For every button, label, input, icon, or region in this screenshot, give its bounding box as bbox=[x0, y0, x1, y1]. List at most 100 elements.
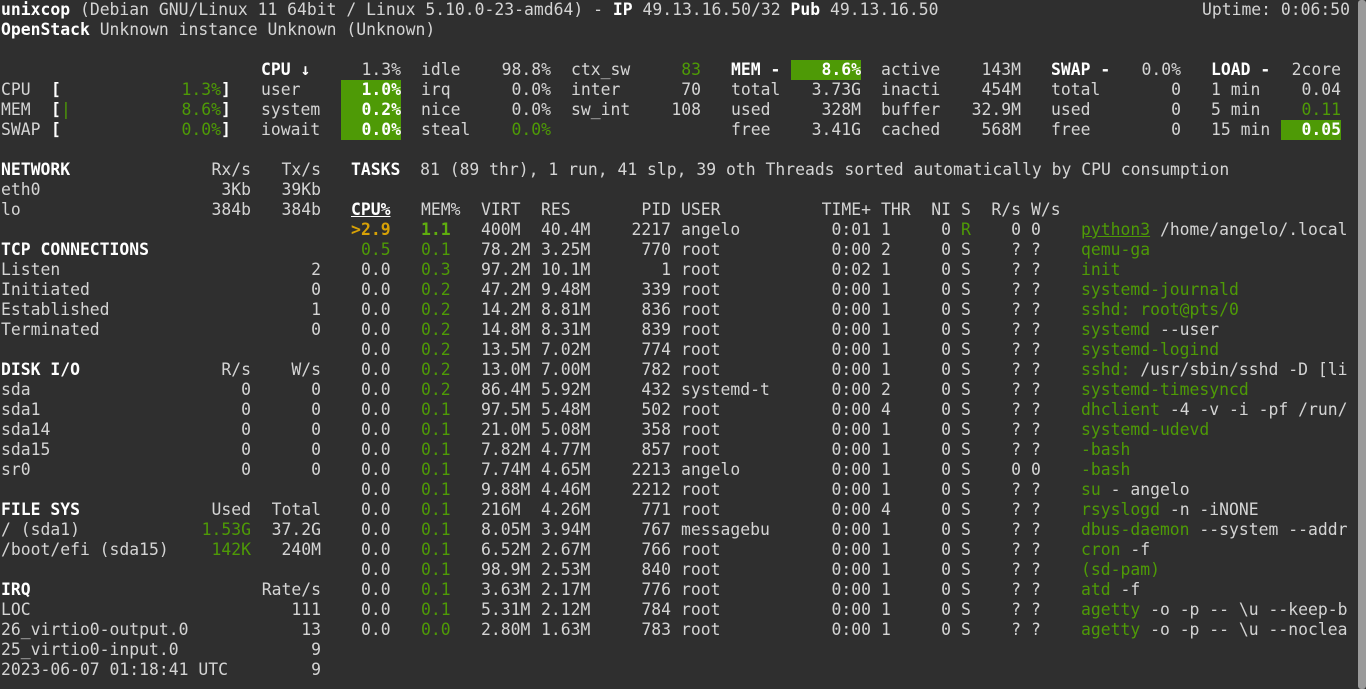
col-s-header[interactable]: S bbox=[961, 200, 971, 220]
process-pid: 432 bbox=[641, 380, 671, 399]
col-time-header[interactable]: TIME+ bbox=[811, 200, 871, 220]
process-command-name: atd bbox=[1081, 580, 1111, 599]
process-cpu: 0.0 bbox=[361, 620, 391, 639]
process-mem: 0.2 bbox=[421, 300, 451, 319]
process-state: S bbox=[961, 320, 971, 339]
fs-used: 142K bbox=[211, 540, 251, 559]
process-virt: 2.80M bbox=[481, 620, 531, 639]
process-command: sshd: root@pts/0 bbox=[1081, 300, 1351, 320]
process-state: S bbox=[961, 560, 971, 579]
cpu-stat-value: 70 bbox=[681, 80, 701, 99]
quicklook-percent: 8.6% bbox=[181, 100, 221, 119]
process-res: 7.00M bbox=[541, 360, 591, 379]
process-time: 0:01 bbox=[831, 220, 871, 239]
process-user: messagebu bbox=[681, 520, 770, 539]
process-threads: 1 bbox=[881, 420, 891, 439]
process-state: S bbox=[961, 420, 971, 439]
process-mem: 0.0 bbox=[421, 620, 451, 639]
tcp-value: 0 bbox=[311, 280, 321, 299]
process-write-rate: ? bbox=[1031, 440, 1041, 459]
process-write-rate: ? bbox=[1031, 240, 1041, 259]
process-pid: 771 bbox=[641, 500, 671, 519]
process-read-rate: 0 bbox=[1011, 220, 1021, 239]
process-virt: 21.0M bbox=[481, 420, 531, 439]
process-state: S bbox=[961, 440, 971, 459]
process-command-name: systemd-journald bbox=[1081, 280, 1239, 299]
col-rs-header[interactable]: R/s bbox=[981, 200, 1021, 220]
process-time: 0:00 bbox=[831, 280, 871, 299]
tcp-label: Terminated bbox=[1, 320, 100, 339]
process-time: 0:00 bbox=[831, 440, 871, 459]
process-read-rate: ? bbox=[1011, 420, 1021, 439]
process-mem: 0.1 bbox=[421, 480, 451, 499]
process-virt: 47.2M bbox=[481, 280, 531, 299]
process-command: (sd-pam) bbox=[1081, 560, 1351, 580]
process-command-args: /home/angelo/.local bbox=[1150, 220, 1348, 239]
cloud-label: OpenStack bbox=[1, 20, 90, 39]
process-virt: 86.4M bbox=[481, 380, 531, 399]
process-pid: 2217 bbox=[631, 220, 671, 239]
process-virt: 8.05M bbox=[481, 520, 531, 539]
process-virt: 98.9M bbox=[481, 560, 531, 579]
cpu-stat-label: ctx_sw bbox=[571, 60, 631, 79]
process-state: S bbox=[961, 240, 971, 259]
process-write-rate: ? bbox=[1031, 420, 1041, 439]
col-cpu-header[interactable]: CPU% bbox=[351, 200, 421, 220]
process-state: S bbox=[961, 280, 971, 299]
process-time: 0:00 bbox=[831, 540, 871, 559]
mem-stat-label: buffer bbox=[881, 100, 941, 119]
process-cpu: 0.0 bbox=[361, 480, 391, 499]
col-ni-header[interactable]: NI bbox=[921, 200, 951, 220]
col-thr-header[interactable]: THR bbox=[881, 200, 911, 220]
irq-rate: 111 bbox=[291, 600, 321, 619]
quicklook-label: MEM bbox=[1, 100, 31, 119]
process-pid: 836 bbox=[641, 300, 671, 319]
process-threads: 1 bbox=[881, 220, 891, 239]
quicklook-label: SWAP bbox=[1, 120, 41, 139]
process-virt: 97.5M bbox=[481, 400, 531, 419]
col-mem-header[interactable]: MEM% bbox=[421, 200, 460, 220]
swap-stat-value: 0 bbox=[1171, 100, 1181, 119]
process-user: root bbox=[681, 600, 721, 619]
process-pid: 783 bbox=[641, 620, 671, 639]
process-write-rate: ? bbox=[1031, 500, 1041, 519]
process-row[interactable]: 0.0 0.0 2.80M 1.63M 783 root 0:00 1 0 S?? agetty -… bbox=[0, 0, 1356, 639]
swap-title: SWAP - bbox=[1051, 60, 1111, 79]
process-mem: 0.1 bbox=[421, 520, 451, 539]
network-title: NETWORK bbox=[1, 160, 71, 179]
process-threads: 1 bbox=[881, 540, 891, 559]
process-threads: 2 bbox=[881, 380, 891, 399]
process-time: 0:00 bbox=[831, 340, 871, 359]
process-command-name: systemd bbox=[1081, 320, 1151, 339]
process-command: su - angelo bbox=[1081, 480, 1351, 500]
process-cpu: 2.9 bbox=[361, 220, 391, 239]
process-cpu: 0.0 bbox=[361, 300, 391, 319]
tcp-value: 1 bbox=[311, 300, 321, 319]
network-rx: 384b bbox=[211, 200, 251, 219]
quicklook-bar-fill: | bbox=[61, 100, 71, 119]
quicklook-bar-open: [ bbox=[51, 120, 61, 139]
process-state: S bbox=[961, 400, 971, 419]
quicklook-bar-open: [ bbox=[51, 100, 61, 119]
cpu-stat-value: 108 bbox=[671, 100, 701, 119]
process-command-args: -f bbox=[1120, 540, 1151, 559]
col-user-header[interactable]: USER bbox=[681, 200, 720, 220]
load-stat-label: 5 min bbox=[1211, 100, 1261, 119]
col-virt-header[interactable]: VIRT bbox=[481, 200, 520, 220]
disk-read: 0 bbox=[241, 420, 251, 439]
process-state: S bbox=[961, 380, 971, 399]
col-res-header[interactable]: RES bbox=[541, 200, 571, 220]
process-command-args: --system --addr bbox=[1189, 520, 1348, 539]
process-nice: 0 bbox=[941, 280, 951, 299]
process-pid: 358 bbox=[641, 420, 671, 439]
cpu-total: 1.3% bbox=[361, 60, 401, 79]
irq-title: IRQ bbox=[1, 580, 31, 599]
process-res: 3.25M bbox=[541, 240, 591, 259]
process-threads: 1 bbox=[881, 480, 891, 499]
process-mem: 0.3 bbox=[421, 260, 451, 279]
scrollbar[interactable] bbox=[1358, 0, 1366, 689]
col-ws-header[interactable]: W/s bbox=[1031, 200, 1061, 220]
col-pid-header[interactable]: PID bbox=[611, 200, 671, 220]
irq-name: 26_virtio0-output.0 bbox=[1, 620, 189, 639]
tcp-label: Initiated bbox=[1, 280, 90, 299]
